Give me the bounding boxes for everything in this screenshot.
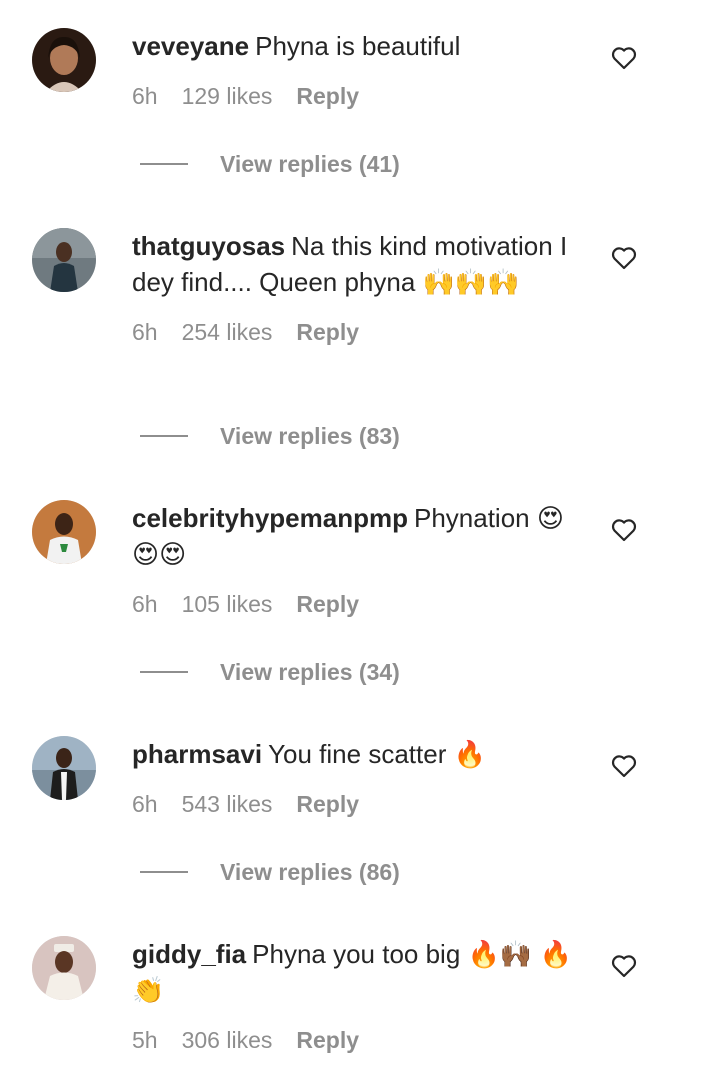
- comment-body: celebrityhypemanpmp Phynation 😍😍😍 6h 105 l…: [132, 500, 582, 622]
- comment-message: Phyna is beautiful: [255, 31, 461, 61]
- comment-text: pharmsavi You fine scatter 🔥: [132, 736, 582, 772]
- comment-body: pharmsavi You fine scatter 🔥 6h 543 likes R…: [132, 736, 582, 822]
- avatar-image: [32, 28, 96, 92]
- comment-likes[interactable]: 129 likes: [182, 83, 273, 109]
- heart-outline-icon[interactable]: [611, 754, 637, 778]
- comment-time: 6h: [132, 791, 158, 817]
- comment-username[interactable]: pharmsavi: [132, 739, 262, 769]
- comment-meta: 6h 254 likes Reply: [132, 314, 582, 350]
- comment-message: You fine scatter 🔥: [268, 739, 486, 769]
- comment-meta: 5h 306 likes Reply: [132, 1022, 582, 1058]
- view-replies-button[interactable]: View replies (83): [140, 418, 400, 454]
- view-replies-label: View replies (41): [220, 151, 400, 177]
- replies-divider: [140, 163, 188, 165]
- avatar-image: [32, 936, 96, 1000]
- replies-divider: [140, 435, 188, 437]
- reply-button[interactable]: Reply: [296, 1027, 359, 1053]
- view-replies-label: View replies (86): [220, 859, 400, 885]
- view-replies-label: View replies (83): [220, 423, 400, 449]
- view-replies-button[interactable]: View replies (86): [140, 854, 400, 890]
- replies-divider: [140, 671, 188, 673]
- comment-likes[interactable]: 254 likes: [182, 319, 273, 345]
- comment-time: 5h: [132, 1027, 158, 1053]
- reply-button[interactable]: Reply: [296, 83, 359, 109]
- comment-username[interactable]: giddy_fia: [132, 939, 246, 969]
- heart-outline-icon[interactable]: [611, 46, 637, 70]
- avatar-image: [32, 228, 96, 292]
- comment-meta: 6h 105 likes Reply: [132, 586, 582, 622]
- avatar[interactable]: [32, 228, 96, 292]
- reply-button[interactable]: Reply: [296, 591, 359, 617]
- comment-body: giddy_fia Phyna you too big 🔥🙌🏾 🔥👏 5h 306 …: [132, 936, 582, 1058]
- heart-outline-icon[interactable]: [611, 518, 637, 542]
- view-replies-button[interactable]: View replies (41): [140, 146, 400, 182]
- reply-button[interactable]: Reply: [296, 319, 359, 345]
- comment-likes[interactable]: 105 likes: [182, 591, 273, 617]
- comment-username[interactable]: veveyane: [132, 31, 249, 61]
- comment-time: 6h: [132, 83, 158, 109]
- comment-time: 6h: [132, 591, 158, 617]
- heart-outline-icon[interactable]: [611, 246, 637, 270]
- avatar[interactable]: [32, 736, 96, 800]
- comments-list: veveyane Phyna is beautiful 6h 129 likes Re…: [0, 0, 720, 1084]
- comment-time: 6h: [132, 319, 158, 345]
- avatar-image: [32, 500, 96, 564]
- replies-divider: [140, 871, 188, 873]
- comment-likes[interactable]: 543 likes: [182, 791, 273, 817]
- comment-likes[interactable]: 306 likes: [182, 1027, 273, 1053]
- comment-meta: 6h 543 likes Reply: [132, 786, 582, 822]
- heart-outline-icon[interactable]: [611, 954, 637, 978]
- view-replies-button[interactable]: View replies (34): [140, 654, 400, 690]
- comment-text: veveyane Phyna is beautiful: [132, 28, 582, 64]
- avatar[interactable]: [32, 500, 96, 564]
- comment-body: veveyane Phyna is beautiful 6h 129 likes Re…: [132, 28, 582, 114]
- comment-username[interactable]: thatguyosas: [132, 231, 285, 261]
- comment-username[interactable]: celebrityhypemanpmp: [132, 503, 408, 533]
- avatar-image: [32, 736, 96, 800]
- view-replies-label: View replies (34): [220, 659, 400, 685]
- avatar[interactable]: [32, 936, 96, 1000]
- comment-body: thatguyosas Na this kind motivation I dey…: [132, 228, 582, 350]
- comment-text: celebrityhypemanpmp Phynation 😍😍😍: [132, 500, 582, 572]
- reply-button[interactable]: Reply: [296, 791, 359, 817]
- comment-meta: 6h 129 likes Reply: [132, 78, 582, 114]
- comment-text: giddy_fia Phyna you too big 🔥🙌🏾 🔥👏: [132, 936, 582, 1008]
- comment-text: thatguyosas Na this kind motivation I dey…: [132, 228, 582, 300]
- avatar[interactable]: [32, 28, 96, 92]
